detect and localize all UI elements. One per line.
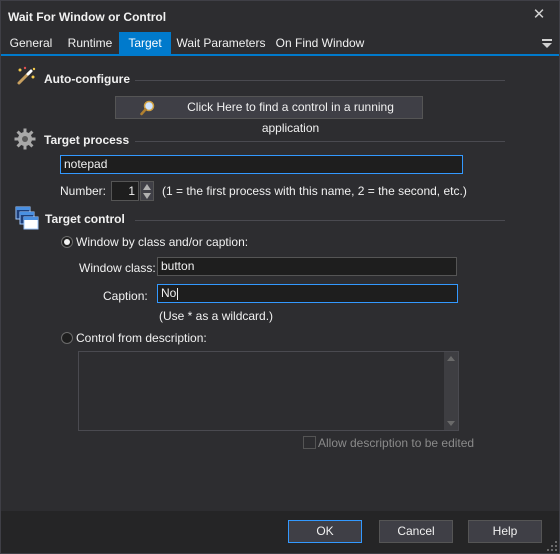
window-class-input[interactable]: button bbox=[157, 257, 457, 276]
tab-runtime[interactable]: Runtime bbox=[61, 32, 119, 54]
description-scrollbar[interactable] bbox=[444, 352, 458, 430]
gear-icon bbox=[14, 128, 36, 150]
tab-on-find-window[interactable]: On Find Window bbox=[271, 32, 369, 54]
dialog-footer: OK Cancel Help bbox=[1, 511, 559, 553]
caption-label: Caption: bbox=[103, 289, 148, 303]
allow-edit-label[interactable]: Allow description to be edited bbox=[318, 436, 474, 450]
window-class-label: Window class: bbox=[79, 261, 156, 275]
number-spinner[interactable] bbox=[140, 181, 154, 201]
radio-control-description[interactable] bbox=[61, 332, 73, 344]
tab-wait-parameters[interactable]: Wait Parameters bbox=[171, 32, 271, 54]
cancel-button[interactable]: Cancel bbox=[379, 520, 453, 543]
window-title: Wait For Window or Control bbox=[8, 10, 167, 24]
ok-button[interactable]: OK bbox=[288, 520, 362, 543]
separator bbox=[135, 141, 505, 142]
number-hint: (1 = the first process with this name, 2… bbox=[162, 184, 467, 198]
scroll-up-icon[interactable] bbox=[447, 356, 455, 361]
separator bbox=[135, 80, 505, 81]
tab-target[interactable]: Target bbox=[119, 32, 171, 54]
spin-up-icon[interactable] bbox=[143, 184, 151, 190]
target-control-title: Target control bbox=[45, 212, 125, 226]
tab-dropdown-icon[interactable] bbox=[541, 36, 553, 50]
magnifier-icon bbox=[140, 100, 155, 116]
spin-down-icon[interactable] bbox=[143, 193, 151, 199]
text-cursor bbox=[177, 287, 179, 300]
radio-control-description-label[interactable]: Control from description: bbox=[76, 331, 207, 345]
separator bbox=[135, 220, 505, 221]
tab-strip: General Runtime Target Wait Parameters O… bbox=[1, 32, 559, 56]
allow-edit-checkbox[interactable] bbox=[303, 436, 316, 449]
tab-content-target: Auto-configure Click Here to find a cont… bbox=[1, 56, 559, 511]
wildcard-hint: (Use * as a wildcard.) bbox=[159, 309, 274, 323]
dialog-window: Wait For Window or Control ✕ General Run… bbox=[0, 0, 560, 554]
scroll-down-icon[interactable] bbox=[447, 421, 455, 426]
target-process-title: Target process bbox=[44, 133, 130, 147]
radio-window-class-caption[interactable] bbox=[61, 236, 73, 248]
help-button[interactable]: Help bbox=[468, 520, 542, 543]
process-name-input[interactable]: notepad bbox=[60, 155, 463, 174]
caption-input[interactable]: No bbox=[157, 284, 458, 303]
auto-configure-title: Auto-configure bbox=[44, 72, 130, 86]
close-icon[interactable]: ✕ bbox=[531, 7, 547, 23]
magic-wand-icon bbox=[17, 66, 36, 85]
title-bar[interactable]: Wait For Window or Control ✕ bbox=[1, 1, 559, 32]
description-textarea[interactable] bbox=[78, 351, 459, 431]
caption-value: No bbox=[161, 286, 177, 300]
resize-grip-icon[interactable] bbox=[547, 541, 557, 551]
windows-icon bbox=[15, 206, 39, 230]
tab-general[interactable]: General bbox=[1, 32, 61, 54]
number-label: Number: bbox=[60, 184, 107, 198]
process-number-input[interactable]: 1 bbox=[111, 181, 139, 201]
radio-selected-dot bbox=[64, 239, 70, 245]
find-control-button[interactable]: Click Here to find a control in a runnin… bbox=[115, 96, 423, 135]
radio-window-class-caption-label[interactable]: Window by class and/or caption: bbox=[76, 235, 248, 249]
find-control-label: Click Here to find a control in a runnin… bbox=[187, 100, 394, 135]
